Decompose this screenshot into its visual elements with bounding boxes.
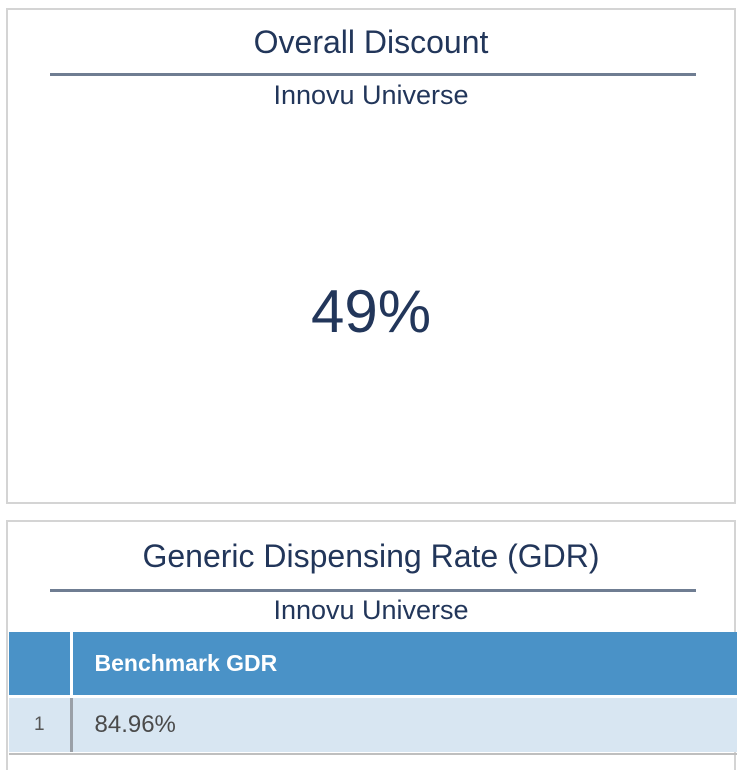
gdr-table: Benchmark GDR 1 84.96% <box>9 632 737 752</box>
overall-discount-title: Overall Discount <box>253 24 489 60</box>
table-row: 1 84.96% <box>9 694 737 752</box>
overall-discount-subtitle: Innovu Universe <box>273 80 469 110</box>
overall-discount-value: 49% <box>310 278 432 345</box>
title-divider <box>50 73 696 76</box>
title-divider <box>50 589 696 592</box>
row-index-header <box>9 632 73 696</box>
row-index: 1 <box>9 694 73 752</box>
table-header-row: Benchmark GDR <box>9 632 737 696</box>
gdr-title: Generic Dispensing Rate (GDR) <box>142 538 600 574</box>
table-bottom-border <box>9 753 737 755</box>
gdr-subtitle: Innovu Universe <box>273 595 469 625</box>
gdr-card: Generic Dispensing Rate (GDR) Innovu Uni… <box>6 520 737 770</box>
overall-discount-card: Overall Discount Innovu Universe 49% <box>6 8 736 504</box>
benchmark-gdr-value: 84.96% <box>71 694 737 752</box>
column-header-benchmark-gdr[interactable]: Benchmark GDR <box>71 632 737 696</box>
